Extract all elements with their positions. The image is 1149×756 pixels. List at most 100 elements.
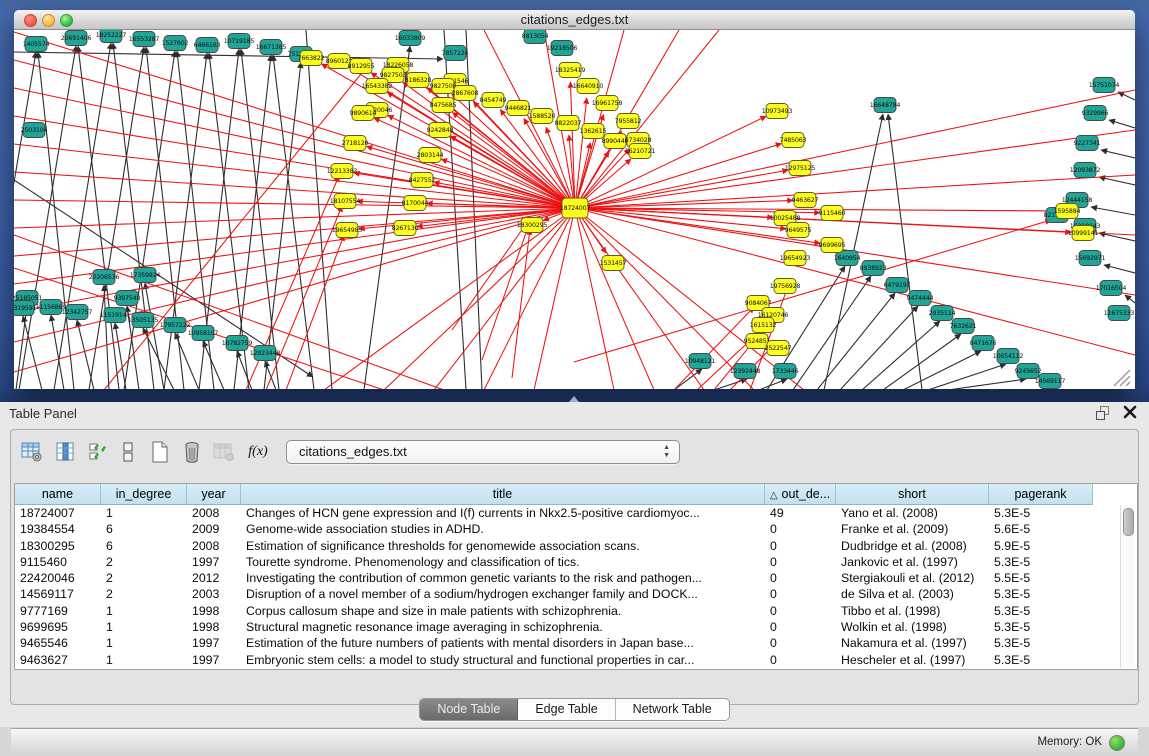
- graph-node[interactable]: 10999141: [1068, 226, 1099, 241]
- memory-ok-indicator[interactable]: [1109, 735, 1125, 751]
- graph-node[interactable]: 16033809: [395, 31, 426, 46]
- graph-node[interactable]: 11519141: [100, 308, 131, 323]
- canvas-resize-grip[interactable]: [1114, 370, 1130, 386]
- graph-node[interactable]: 9242848: [427, 123, 454, 138]
- graph-node[interactable]: 20691406: [61, 31, 92, 46]
- graph-node[interactable]: 9463627: [792, 193, 819, 208]
- table-row[interactable]: 946362711997Embryonic stem cells: a mode…: [15, 652, 1137, 668]
- graph-node[interactable]: 2935114: [929, 306, 956, 321]
- graph-node[interactable]: 17016504: [1096, 281, 1127, 296]
- network-canvas[interactable]: 1405574206914061825222716553287152760264…: [14, 30, 1135, 389]
- graph-node[interactable]: 6479197: [884, 278, 911, 293]
- table-select-dropdown[interactable]: citations_edges.txt ▲▼: [286, 440, 680, 464]
- graph-node[interactable]: 2503104: [21, 123, 48, 138]
- graph-node[interactable]: 8822037: [555, 116, 582, 131]
- graph-node[interactable]: 8267130: [392, 221, 419, 236]
- graph-node[interactable]: 19654923: [780, 251, 811, 266]
- table-row[interactable]: 946554611997Estimation of the future num…: [15, 635, 1137, 651]
- graph-node[interactable]: 16671385: [256, 40, 287, 55]
- graph-node[interactable]: 17957222: [160, 318, 191, 333]
- graph-node[interactable]: 15751074: [1089, 78, 1120, 93]
- table-row[interactable]: 1830029562008Estimation of significance …: [15, 538, 1137, 554]
- graph-node[interactable]: 1588520: [529, 109, 556, 124]
- table-settings-icon[interactable]: [19, 439, 45, 465]
- graph-node[interactable]: 12093872: [1070, 163, 1101, 178]
- table-row[interactable]: 1456911722003Disruption of a novel membe…: [15, 586, 1137, 602]
- graph-node[interactable]: 14569117: [1035, 374, 1066, 389]
- graph-node[interactable]: 9329966: [1082, 106, 1109, 121]
- column-header-short[interactable]: short: [836, 484, 989, 505]
- create-column-icon[interactable]: [147, 439, 173, 465]
- graph-node[interactable]: 12342757: [62, 305, 93, 320]
- graph-node[interactable]: 20206536: [89, 270, 120, 285]
- graph-node[interactable]: 1362615: [580, 124, 607, 139]
- graph-node[interactable]: 8454749: [480, 93, 507, 108]
- table-mode-icon[interactable]: [115, 439, 141, 465]
- graph-node[interactable]: 10948121: [685, 354, 716, 369]
- graph-node[interactable]: 11675333: [1104, 306, 1135, 321]
- graph-node[interactable]: 10958107: [188, 326, 219, 341]
- graph-node[interactable]: 10973493: [762, 104, 793, 119]
- graph-node[interactable]: 18300295: [517, 218, 548, 233]
- graph-node[interactable]: 9227341: [1074, 136, 1101, 151]
- graph-node[interactable]: 16961758: [592, 96, 623, 111]
- tab-edge-table[interactable]: Edge Table: [518, 699, 615, 720]
- delete-column-icon[interactable]: [179, 439, 205, 465]
- graph-node[interactable]: 8938923: [860, 261, 887, 276]
- graph-node[interactable]: 16648784: [870, 98, 901, 113]
- column-header-year[interactable]: year: [187, 484, 241, 505]
- graph-node[interactable]: 18107554: [330, 194, 361, 209]
- graph-node[interactable]: 12392448: [730, 364, 761, 379]
- graph-node[interactable]: 1615132: [750, 318, 777, 333]
- graph-node[interactable]: 8912955: [348, 59, 375, 74]
- table-row[interactable]: 969969511998Structural magnetic resonanc…: [15, 619, 1137, 635]
- table-row[interactable]: 1872400712008Changes of HCN gene express…: [15, 505, 1137, 521]
- graph-node[interactable]: 1595884: [1054, 204, 1081, 219]
- graph-node[interactable]: 16210721: [625, 144, 656, 159]
- graph-node[interactable]: 18724007: [560, 198, 591, 218]
- graph-node[interactable]: 8475685: [430, 98, 457, 113]
- graph-node[interactable]: 16543382: [362, 79, 393, 94]
- table-row[interactable]: 2242004622012Investigating the contribut…: [15, 570, 1137, 586]
- graph-node[interactable]: 12923448: [250, 346, 281, 361]
- graph-node[interactable]: 18252227: [96, 30, 127, 43]
- graph-node[interactable]: 16782759: [222, 336, 253, 351]
- graph-node[interactable]: 7955812: [615, 114, 642, 129]
- graph-node[interactable]: 8186328: [405, 73, 432, 88]
- close-panel-icon[interactable]: [1123, 405, 1137, 419]
- graph-node[interactable]: 8813054: [522, 30, 549, 44]
- column-header-in_degree[interactable]: in_degree: [101, 484, 187, 505]
- graph-node[interactable]: 1531457: [600, 256, 627, 271]
- graph-node[interactable]: 16553287: [129, 32, 160, 47]
- graph-node[interactable]: 19756928: [770, 279, 801, 294]
- table-row[interactable]: 1938455462009Genome-wide association stu…: [15, 521, 1137, 537]
- graph-node[interactable]: 9446821: [505, 101, 532, 116]
- graph-node[interactable]: 12975125: [785, 161, 816, 176]
- graph-node[interactable]: 1405574: [23, 37, 50, 52]
- graph-node[interactable]: 2803144: [417, 148, 444, 163]
- graph-node[interactable]: 8471676: [970, 336, 997, 351]
- graph-node[interactable]: 9699695: [819, 238, 846, 253]
- column-checklist-icon[interactable]: [85, 439, 111, 465]
- graph-node[interactable]: 9474444: [907, 291, 934, 306]
- float-panel-icon[interactable]: [1096, 406, 1111, 420]
- scrollbar-thumb[interactable]: [1123, 508, 1134, 536]
- column-header-title[interactable]: title: [241, 484, 765, 505]
- graph-node[interactable]: 8170044: [402, 196, 429, 211]
- graph-node[interactable]: 9245652: [1015, 364, 1042, 379]
- graph-node[interactable]: 7485063: [780, 133, 807, 148]
- graph-node[interactable]: 19218506: [547, 41, 578, 56]
- graph-node[interactable]: 15692971: [1075, 251, 1106, 266]
- graph-node[interactable]: 18325419: [555, 63, 586, 78]
- graph-node[interactable]: 2867608: [452, 86, 479, 101]
- table-row[interactable]: 977716911998Corpus callosum shape and si…: [15, 603, 1137, 619]
- graph-node[interactable]: 7857224: [442, 46, 469, 61]
- tab-network-table[interactable]: Network Table: [616, 699, 729, 720]
- graph-node[interactable]: 19654985: [332, 223, 363, 238]
- graph-node[interactable]: 9397548: [114, 291, 141, 306]
- graph-node[interactable]: 17359924: [130, 268, 161, 283]
- graph-node[interactable]: 7663822: [298, 51, 325, 66]
- graph-node[interactable]: 10654112: [993, 349, 1024, 364]
- graph-node[interactable]: 12213383: [327, 164, 358, 179]
- column-header-out_de[interactable]: △out_de...: [765, 484, 836, 505]
